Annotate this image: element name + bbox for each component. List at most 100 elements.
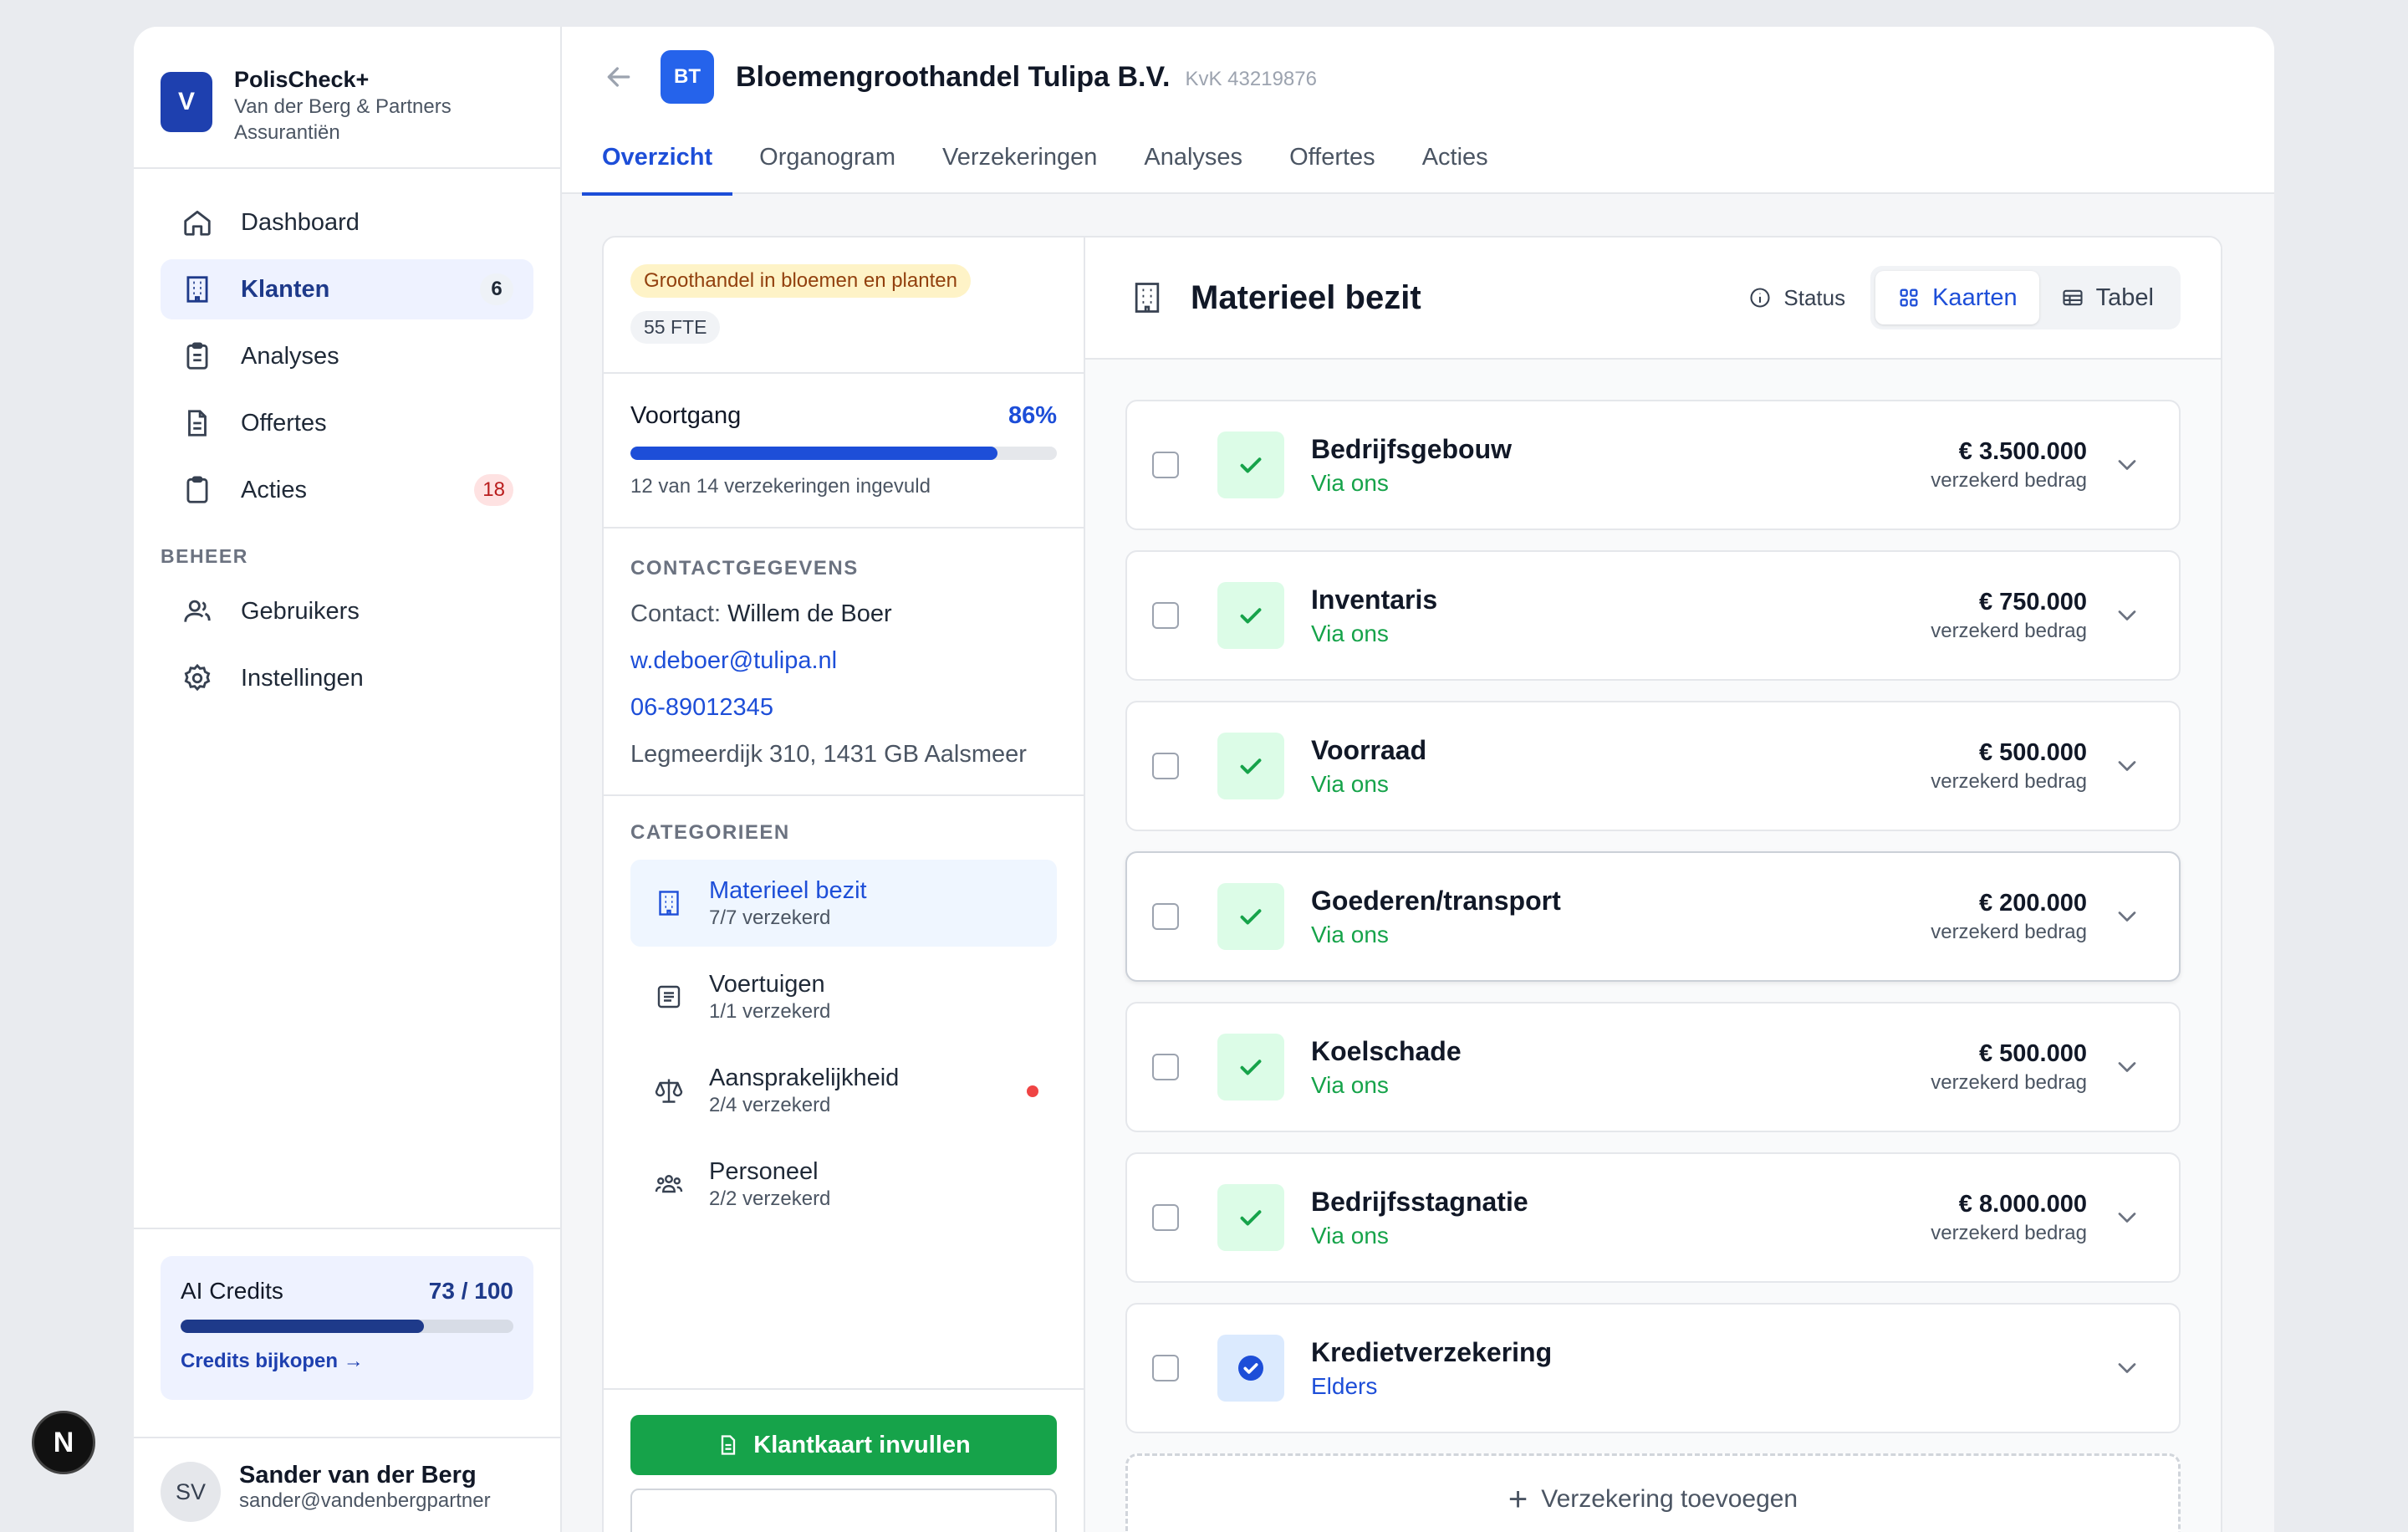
brand-logo[interactable]: V — [161, 72, 212, 132]
document-icon — [722, 1435, 736, 1455]
chevron-down-icon[interactable] — [2112, 1203, 2142, 1233]
select-checkbox[interactable] — [1152, 1054, 1179, 1080]
tab-overzicht[interactable]: Overzicht — [582, 120, 733, 196]
client-name: Bloemengroothandel Tulipa B.V. — [736, 60, 1171, 93]
grid-icon — [1900, 289, 1918, 307]
check-icon — [1217, 883, 1284, 950]
insurance-card[interactable]: Bedrijfsgebouw Via ons € 3.500.000 verzeker… — [1125, 400, 2181, 530]
check-icon — [1217, 582, 1284, 649]
insurance-card[interactable]: Inventaris Via ons € 750.000 verzekerd bedr… — [1125, 550, 2181, 681]
nav-item-dashboard[interactable]: Dashboard — [161, 192, 533, 253]
user-profile[interactable]: SV Sander van der Berg sander@vandenberg… — [134, 1437, 560, 1532]
alert-dot — [1027, 1085, 1038, 1097]
insurance-name: Voorraad — [1311, 734, 1427, 765]
insurance-source: Via ons — [1311, 1222, 1389, 1249]
chevron-down-icon[interactable] — [2112, 600, 2142, 631]
insurance-name: Bedrijfsstagnatie — [1311, 1186, 1528, 1217]
category-name: Voertuigen — [709, 970, 825, 998]
contact-section: CONTACTGEGEVENS Contact: Willem de Boer … — [604, 529, 1084, 796]
view-cards-button[interactable]: Kaarten — [1875, 271, 2039, 324]
buy-credits-link[interactable]: Credits bijkopen → — [181, 1350, 513, 1373]
user-name: Sander van der Berg — [239, 1462, 477, 1489]
gear-icon — [181, 661, 214, 695]
chevron-down-icon[interactable] — [2112, 751, 2142, 781]
select-checkbox[interactable] — [1152, 602, 1179, 629]
clipboard-check-icon — [181, 340, 214, 373]
chevron-down-icon[interactable] — [2112, 1052, 2142, 1082]
category-personeel[interactable]: Personeel 2/2 verzekerd — [630, 1141, 1057, 1228]
team-icon — [654, 1169, 684, 1199]
list-icon — [654, 982, 684, 1012]
nav-label: Klanten — [241, 275, 330, 303]
insurance-card[interactable]: Kredietverzekering Elders — [1125, 1303, 2181, 1433]
contact-email-link[interactable]: w.deboer@tulipa.nl — [630, 637, 1057, 684]
category-name: Materieel bezit — [709, 876, 867, 904]
nav-item-instellingen[interactable]: Instellingen — [161, 648, 533, 708]
nav-item-offertes[interactable]: Offertes — [161, 393, 533, 453]
insurance-source: Via ons — [1311, 620, 1389, 646]
contact-address: Legmeerdijk 310, 1431 GB Aalsmeer — [630, 741, 1027, 768]
category-aansprakelijkheid[interactable]: Aansprakelijkheid 2/4 verzekerd — [630, 1047, 1057, 1134]
select-checkbox[interactable] — [1152, 753, 1179, 779]
chevron-down-icon[interactable] — [2112, 1353, 2142, 1383]
category-voertuigen[interactable]: Voertuigen 1/1 verzekerd — [630, 953, 1057, 1040]
add-insurance-button[interactable]: + Verzekering toevoegen — [1125, 1453, 2181, 1532]
nav-label: Analyses — [241, 342, 339, 370]
back-arrow-icon[interactable] — [602, 60, 635, 94]
chevron-down-icon[interactable] — [2112, 901, 2142, 932]
insurance-source: Via ons — [1311, 921, 1389, 947]
chevron-down-icon[interactable] — [2112, 450, 2142, 480]
insured-amount-label: verzekerd bedrag — [1931, 1221, 2087, 1244]
client-logo: BT — [661, 50, 714, 104]
admin-nav: Gebruikers Instellingen — [134, 581, 560, 708]
client-tabs: Overzicht Organogram Verzekeringen Analy… — [582, 120, 2234, 196]
insurance-card[interactable]: Goederen/transport Via ons € 200.000 verzek… — [1125, 851, 2181, 982]
credits-progress-fill — [181, 1320, 424, 1333]
insurance-card[interactable]: Koelschade Via ons € 500.000 verzekerd bedr… — [1125, 1002, 2181, 1132]
insured-amount: € 3.500.000 — [1958, 437, 2087, 465]
check-icon — [1217, 733, 1284, 799]
insurance-card[interactable]: Bedrijfsstagnatie Via ons € 8.000.000 verze… — [1125, 1152, 2181, 1283]
category-count: 1/1 verzekerd — [709, 999, 831, 1023]
brand-subtitle: Van der Berg & Partners Assurantiën — [234, 95, 452, 144]
nav-label: Dashboard — [241, 208, 360, 236]
tab-acties[interactable]: Acties — [1402, 120, 1508, 194]
nextjs-dev-badge[interactable]: N — [32, 1411, 95, 1474]
select-checkbox[interactable] — [1152, 1204, 1179, 1231]
secondary-action-button[interactable] — [630, 1489, 1057, 1532]
contact-phone-link[interactable]: 06-89012345 — [630, 684, 1057, 731]
view-table-button[interactable]: Tabel — [2039, 271, 2176, 324]
nav-item-klanten[interactable]: Klanten 6 — [161, 259, 533, 319]
progress-bar — [630, 447, 1057, 460]
tab-verzekeringen[interactable]: Verzekeringen — [922, 120, 1117, 194]
nav-item-analyses[interactable]: Analyses — [161, 326, 533, 386]
nav-label: Gebruikers — [241, 597, 360, 625]
insurance-name: Koelschade — [1311, 1035, 1462, 1066]
insurance-card[interactable]: Voorraad Via ons € 500.000 verzekerd bedrag — [1125, 701, 2181, 831]
check-icon — [1217, 1184, 1284, 1251]
info-icon — [1750, 288, 1770, 308]
status-label: Status — [1783, 284, 1846, 310]
category-materieel-bezit[interactable]: Materieel bezit 7/7 verzekerd — [630, 860, 1057, 947]
fill-client-card-button[interactable]: Klantkaart invullen — [630, 1415, 1057, 1475]
progress-section: Voortgang 86% 12 van 14 verzekeringen in… — [604, 374, 1084, 529]
insurance-source: Via ons — [1311, 469, 1389, 496]
tab-organogram[interactable]: Organogram — [739, 120, 916, 194]
tab-offertes[interactable]: Offertes — [1269, 120, 1395, 194]
select-checkbox[interactable] — [1152, 903, 1179, 930]
progress-percent: 86% — [1008, 402, 1057, 429]
actions-section: Klantkaart invullen — [604, 1388, 1084, 1532]
nav-item-acties[interactable]: Acties 18 — [161, 460, 533, 520]
status-filter-button[interactable]: Status — [1748, 285, 1845, 311]
select-checkbox[interactable] — [1152, 452, 1179, 478]
scale-icon — [654, 1075, 684, 1106]
clipboard-icon — [181, 473, 214, 507]
fte-tag: 55 FTE — [630, 311, 721, 344]
select-checkbox[interactable] — [1152, 1355, 1179, 1381]
client-header: BT Bloemengroothandel Tulipa B.V. KvK 43… — [562, 27, 2274, 196]
insured-amount: € 750.000 — [1978, 588, 2087, 615]
main-nav: Dashboard Klanten 6 Analyses Offertes Ac… — [134, 169, 560, 520]
nav-item-gebruikers[interactable]: Gebruikers — [161, 581, 533, 641]
nav-label: Instellingen — [241, 664, 364, 692]
tab-analyses[interactable]: Analyses — [1124, 120, 1263, 194]
